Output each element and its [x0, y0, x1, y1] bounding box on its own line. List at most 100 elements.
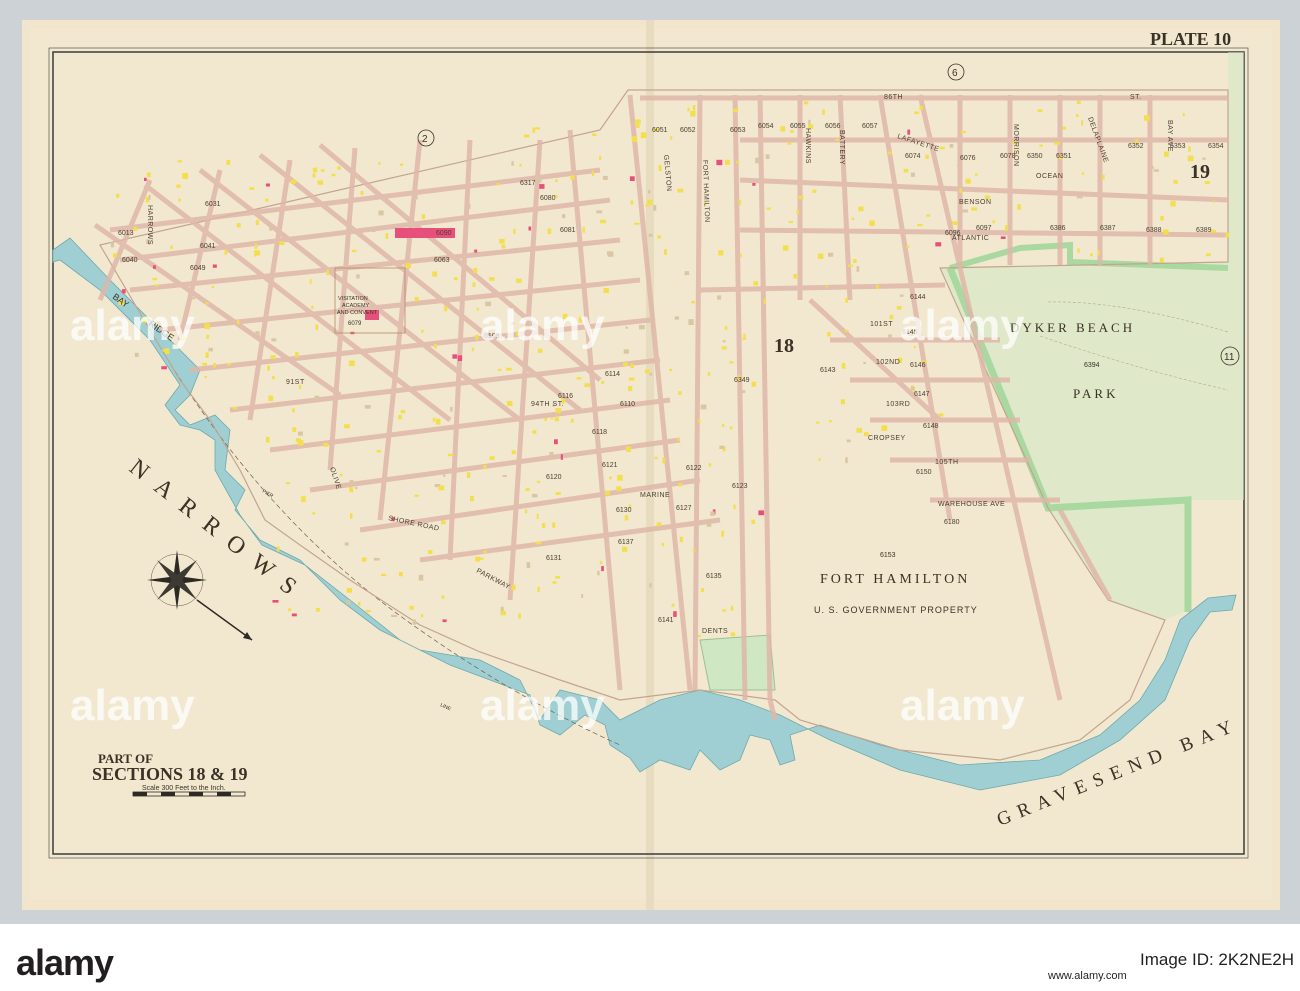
building — [827, 332, 831, 337]
site-url[interactable]: www.alamy.com — [1048, 970, 1127, 982]
building — [1211, 229, 1217, 233]
building — [721, 346, 727, 350]
building — [554, 417, 559, 422]
label-and-convent: AND CONVENT — [337, 310, 378, 316]
building — [526, 562, 531, 568]
block-number: 6118 — [592, 429, 607, 436]
building — [724, 326, 728, 330]
building — [288, 608, 292, 612]
building — [511, 450, 516, 455]
building — [350, 513, 353, 519]
building — [472, 282, 476, 287]
building — [356, 274, 360, 279]
building — [755, 157, 759, 164]
building — [226, 363, 232, 366]
building — [975, 173, 978, 176]
building — [751, 381, 756, 387]
building — [678, 391, 682, 396]
building — [736, 161, 740, 164]
fort-green — [699, 634, 776, 691]
building — [888, 334, 892, 339]
building — [881, 425, 888, 431]
building — [742, 337, 747, 340]
building — [1202, 157, 1206, 160]
building — [483, 550, 487, 554]
building — [562, 214, 566, 219]
building — [255, 219, 259, 226]
building — [721, 530, 724, 537]
building — [856, 427, 863, 433]
building — [475, 556, 481, 562]
building — [134, 352, 139, 357]
building — [1090, 253, 1093, 257]
building — [532, 430, 537, 434]
building — [630, 363, 634, 368]
building — [496, 183, 501, 186]
building — [925, 154, 929, 159]
building — [1017, 204, 1021, 210]
building — [731, 605, 734, 611]
building — [1054, 141, 1060, 145]
building — [903, 168, 909, 173]
map-sheet: PLATE 10 PART OF SECTIONS 18 & 19 Scale … — [0, 0, 1300, 924]
building — [911, 172, 915, 177]
building — [312, 167, 318, 173]
building — [926, 214, 931, 217]
building — [320, 169, 325, 172]
block-number: 6051 — [652, 127, 668, 134]
building — [204, 375, 207, 378]
building — [276, 546, 280, 552]
building — [355, 487, 358, 490]
building — [790, 130, 794, 133]
building — [738, 199, 742, 205]
building — [1163, 229, 1169, 235]
building — [236, 223, 241, 228]
building — [692, 549, 696, 552]
block-number: 6120 — [546, 474, 562, 481]
block-number: 6097 — [976, 225, 992, 232]
building — [192, 297, 196, 300]
building — [489, 456, 495, 460]
building — [331, 173, 336, 177]
building — [876, 284, 879, 289]
building — [237, 320, 240, 325]
building — [399, 571, 403, 577]
block-number: 6056 — [825, 123, 841, 130]
building — [674, 316, 679, 320]
building — [803, 101, 809, 105]
block-number: 6354 — [1208, 143, 1224, 150]
building — [438, 485, 445, 491]
building — [385, 233, 389, 239]
building — [1164, 151, 1169, 157]
building — [414, 297, 419, 302]
alamy-logo[interactable]: alamy — [16, 942, 114, 984]
block-number: 6141 — [658, 617, 674, 624]
block-number: 6076 — [960, 155, 976, 162]
building — [453, 277, 458, 281]
building — [919, 105, 923, 110]
building — [443, 474, 446, 477]
building — [763, 298, 766, 304]
building — [444, 306, 448, 312]
block-number: 6143 — [820, 367, 836, 374]
building — [673, 611, 677, 617]
building — [698, 419, 701, 423]
block-number: 6148 — [923, 423, 939, 430]
building — [914, 111, 920, 114]
building — [421, 214, 426, 220]
building — [690, 110, 696, 117]
building — [435, 418, 441, 425]
building — [817, 253, 824, 259]
building — [285, 482, 291, 485]
building — [847, 264, 853, 267]
building — [448, 453, 454, 457]
building — [205, 352, 209, 358]
building — [450, 406, 453, 412]
building — [535, 541, 542, 545]
building — [634, 222, 640, 225]
street-86th: 86TH — [884, 94, 903, 101]
building — [112, 253, 118, 258]
building — [291, 613, 297, 617]
building — [339, 473, 343, 477]
building — [825, 285, 828, 288]
